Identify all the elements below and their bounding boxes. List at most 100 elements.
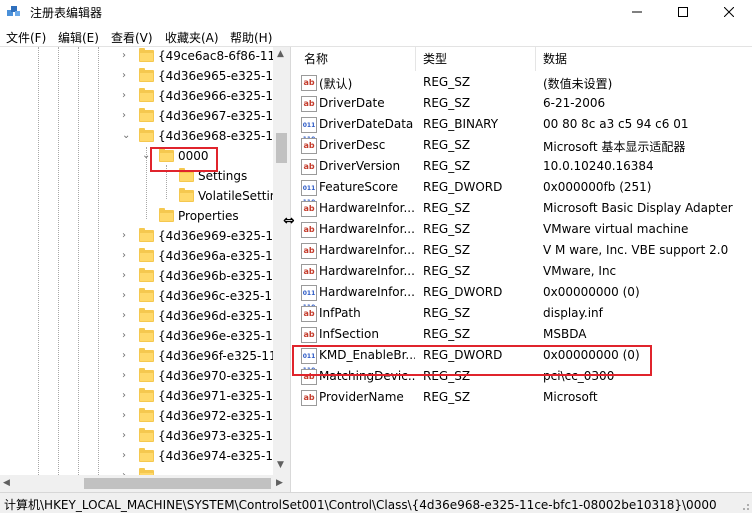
scroll-down-icon[interactable]: ▼	[277, 460, 284, 470]
chevron-right-icon[interactable]: ›	[122, 270, 132, 282]
tree-item[interactable]: › {4d36e967-e325-11	[0, 107, 281, 127]
string-value-icon: ab	[301, 222, 317, 238]
tree-item[interactable]: › {4d36e970-e325-11	[0, 367, 281, 387]
folder-icon	[139, 248, 154, 262]
tree-item[interactable]: › {4d36e96c-e325-11	[0, 287, 280, 307]
tree-item-label: {4d36e966-e325-11	[158, 89, 281, 103]
column-separator[interactable]	[535, 47, 536, 71]
tree-item[interactable]: ⌄ {4d36e968-e325-11	[0, 127, 281, 147]
value-row[interactable]: ab ProviderName REG_SZ Microsoft	[296, 387, 752, 408]
chevron-right-icon[interactable]: ›	[122, 430, 132, 442]
tree-item[interactable]: Settings	[0, 167, 275, 187]
tree-item[interactable]: › {49ce6ac8-6f86-11d	[0, 47, 283, 67]
column-header-data[interactable]: 数据	[543, 47, 567, 71]
tree-item[interactable]: › {4d36e96a-e325-11	[0, 247, 280, 267]
tree-item[interactable]: › {4d36e96e-e325-11	[0, 327, 280, 347]
value-data-cell: V M ware, Inc. VBE support 2.0	[543, 243, 729, 257]
chevron-right-icon[interactable]: ›	[122, 350, 132, 362]
tree-item[interactable]: VolatileSettin	[0, 187, 277, 207]
tree-item[interactable]: › {4d36e96d-e325-11	[0, 307, 281, 327]
chevron-right-icon[interactable]: ›	[122, 70, 132, 82]
value-data-cell: display.inf	[543, 306, 603, 320]
chevron-right-icon[interactable]: ›	[122, 370, 132, 382]
value-row[interactable]: ab DriverVersion REG_SZ 10.0.10240.16384	[296, 156, 752, 177]
value-name-cell: (默认)	[319, 77, 353, 91]
tree-item[interactable]: › {4d36e974-e325-11	[0, 447, 281, 467]
menu-view[interactable]: 查看(V)	[111, 29, 153, 46]
chevron-right-icon[interactable]: ›	[122, 110, 132, 122]
value-row[interactable]: 011110HardwareInfor... REG_DWORD 0x0000000…	[296, 282, 752, 311]
string-value-icon: ab	[301, 138, 317, 154]
folder-icon	[139, 428, 154, 442]
value-row[interactable]: ab DriverDesc REG_SZ Microsoft 基本显示适配器	[296, 135, 752, 156]
chevron-right-icon[interactable]: ›	[122, 390, 132, 402]
value-row[interactable]: ab (默认) REG_SZ (数值未设置)	[296, 72, 752, 93]
tree-item[interactable]: Properties	[0, 207, 275, 227]
chevron-right-icon[interactable]: ›	[122, 310, 132, 322]
string-value-icon: ab	[301, 264, 317, 280]
close-button[interactable]	[706, 0, 752, 24]
tree-horizontal-scrollbar[interactable]: ◀ ▶	[0, 475, 290, 492]
scroll-up-icon[interactable]: ▲	[277, 49, 284, 59]
value-name-cell: HardwareInfor...	[319, 264, 415, 278]
scroll-left-icon[interactable]: ◀	[3, 478, 10, 488]
maximize-button[interactable]	[660, 0, 706, 24]
tree-item[interactable]: › {4d36e965-e325-11	[0, 67, 281, 87]
tree-item-label: {4d36e974-e325-11	[158, 449, 281, 463]
chevron-right-icon[interactable]: ›	[122, 230, 132, 242]
tree-item[interactable]: › {4d36e966-e325-11	[0, 87, 281, 107]
value-row[interactable]: 011110FeatureScore REG_DWORD 0x000000fb (2…	[296, 177, 752, 206]
value-name-cell: ProviderName	[319, 390, 404, 404]
tree-item-label: {4d36e967-e325-11	[158, 109, 281, 123]
value-row[interactable]: ab DriverDate REG_SZ 6-21-2006	[296, 93, 752, 114]
folder-icon	[139, 448, 154, 462]
chevron-right-icon[interactable]: ›	[122, 50, 132, 62]
menu-favorites[interactable]: 收藏夹(A)	[165, 29, 219, 46]
minimize-button[interactable]	[614, 0, 660, 24]
scrollbar-thumb[interactable]	[84, 478, 271, 489]
value-type-cell: REG_DWORD	[423, 285, 503, 299]
menu-help[interactable]: 帮助(H)	[230, 29, 272, 46]
tree-vertical-scrollbar[interactable]: ▲ ▼	[273, 47, 290, 475]
tree-item[interactable]: › {4d36e96b-e325-11	[0, 267, 281, 287]
pane-splitter[interactable]	[291, 47, 295, 492]
chevron-right-icon[interactable]: ›	[122, 90, 132, 102]
menu-file[interactable]: 文件(F)	[6, 29, 46, 46]
column-separator[interactable]	[415, 47, 416, 71]
scroll-right-icon[interactable]: ▶	[276, 478, 283, 488]
column-header-name[interactable]: 名称	[304, 47, 328, 71]
chevron-right-icon[interactable]: ›	[122, 250, 132, 262]
value-row[interactable]: ab HardwareInfor... REG_SZ Microsoft Basic …	[296, 198, 752, 219]
scrollbar-thumb[interactable]	[276, 133, 287, 163]
tree-item-label: {4d36e970-e325-11	[158, 369, 281, 383]
value-row[interactable]: ab HardwareInfor... REG_SZ VMware virtual m…	[296, 219, 752, 240]
tree-item[interactable]: › {4d36e96f-e325-11c	[0, 347, 283, 367]
value-row[interactable]: ab InfSection REG_SZ MSBDA	[296, 324, 752, 345]
values-list[interactable]: 名称 类型 数据 ab (默认) REG_SZ (数值未设置) ab DriverDate…	[296, 47, 752, 492]
value-row[interactable]: ab HardwareInfor... REG_SZ VMware, Inc	[296, 261, 752, 282]
chevron-right-icon[interactable]: ›	[122, 450, 132, 462]
tree-item[interactable]: › {4d36e971-e325-11	[0, 387, 281, 407]
tree-item[interactable]: ⌄ 0000	[0, 147, 275, 167]
value-name-cell: DriverDateData	[319, 117, 414, 131]
value-row[interactable]: ab InfPath REG_SZ display.inf	[296, 303, 752, 324]
chevron-right-icon[interactable]: ›	[122, 290, 132, 302]
chevron-right-icon[interactable]: ›	[122, 410, 132, 422]
value-row[interactable]: 011110DriverDateData REG_BINARY 00 80 8c a…	[296, 114, 752, 143]
tree-item[interactable]: › {4d36e973-e325-11	[0, 427, 281, 447]
column-header-type[interactable]: 类型	[423, 47, 447, 71]
tree-item[interactable]: › {4d36e972-e325-11	[0, 407, 281, 427]
folder-icon	[139, 388, 154, 402]
registry-tree[interactable]: › {49ce6ac8-6f86-11d › {4d36e965-e325-11 › {4…	[0, 47, 291, 492]
chevron-down-icon[interactable]: ⌄	[122, 130, 132, 142]
resize-grip-icon[interactable]	[740, 501, 750, 511]
string-value-icon: ab	[301, 96, 317, 112]
folder-icon	[139, 68, 154, 82]
value-name-cell: InfPath	[319, 306, 361, 320]
menu-edit[interactable]: 编辑(E)	[58, 29, 99, 46]
value-row[interactable]: ab HardwareInfor... REG_SZ V M ware, Inc. V…	[296, 240, 752, 261]
value-type-cell: REG_SZ	[423, 222, 471, 236]
chevron-right-icon[interactable]: ›	[122, 330, 132, 342]
tree-item[interactable]: › {4d36e969-e325-11	[0, 227, 281, 247]
folder-icon	[139, 328, 154, 342]
